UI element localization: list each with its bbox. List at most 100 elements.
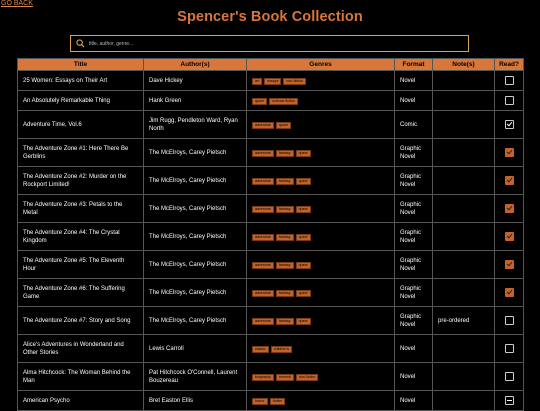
- genre-tag[interactable]: adventure: [252, 233, 274, 241]
- book-read-cell: [494, 138, 524, 167]
- genre-tag[interactable]: non-fiction: [295, 373, 319, 381]
- genre-tag[interactable]: horror: [252, 397, 268, 405]
- book-authors-cell: The McElroys, Carey Pietsch: [143, 194, 247, 223]
- book-notes-cell: [432, 278, 495, 307]
- book-format-cell: Graphic Novel: [394, 166, 433, 195]
- go-back-link[interactable]: GO BACK: [1, 0, 33, 7]
- table-row: American Psycho Bret Easton Ellis horror th…: [17, 390, 524, 411]
- genre-tag[interactable]: thriller: [269, 397, 286, 405]
- genre-tag[interactable]: art: [252, 77, 263, 85]
- read-checkbox[interactable]: [504, 75, 514, 85]
- genre-tag[interactable]: queer: [295, 177, 311, 185]
- book-read-cell: [494, 166, 524, 195]
- genre-tag[interactable]: adventure: [252, 261, 274, 269]
- table-row: Adventure Time, Vol.6 Jim Rugg, Pendleton…: [17, 110, 524, 139]
- book-genres-cell: adventure fantasy queer: [246, 194, 395, 223]
- genre-tag[interactable]: essays: [264, 77, 282, 85]
- book-title-cell: Alice's Adventures in Wonderland and Oth…: [17, 334, 144, 363]
- search-input[interactable]: [89, 37, 459, 50]
- column-header-title[interactable]: Title: [17, 58, 144, 71]
- book-notes-cell: [432, 166, 495, 195]
- read-checkbox[interactable]: [504, 259, 514, 269]
- book-format-cell: Comic: [394, 110, 433, 139]
- read-checkbox[interactable]: [504, 147, 514, 157]
- book-genres-cell: adventure fantasy queer: [246, 138, 395, 167]
- table-row: The Adventure Zone #4: The Crystal Kingd…: [17, 222, 524, 251]
- read-checkbox[interactable]: [504, 95, 514, 105]
- book-title-cell: Adventure Time, Vol.6: [17, 110, 144, 139]
- genre-tag[interactable]: biography: [252, 373, 274, 381]
- genre-tag[interactable]: queer: [295, 289, 311, 297]
- read-checkbox[interactable]: [504, 315, 514, 325]
- genre-tag[interactable]: fantasy: [275, 317, 294, 325]
- book-authors-cell: The McElroys, Carey Pietsch: [143, 278, 247, 307]
- book-read-cell: [494, 222, 524, 251]
- column-header-genres[interactable]: Genres: [246, 58, 395, 71]
- book-title-cell: 25 Women: Essays on Their Art: [17, 70, 144, 91]
- genre-tag[interactable]: fantasy: [275, 289, 294, 297]
- genre-tag[interactable]: fantasy: [275, 205, 294, 213]
- read-checkbox[interactable]: [504, 287, 514, 297]
- genre-tag[interactable]: children's: [270, 345, 292, 353]
- book-title-cell: The Adventure Zone #4: The Crystal Kingd…: [17, 222, 144, 251]
- book-title-cell: The Adventure Zone #5: The Eleventh Hour: [17, 250, 144, 279]
- book-genres-cell: adventure fantasy queer: [246, 250, 395, 279]
- column-header-notes[interactable]: Note(s): [432, 58, 495, 71]
- book-genres-cell: biography memoir non-fiction: [246, 362, 395, 391]
- read-checkbox[interactable]: [504, 175, 514, 185]
- book-notes-cell: [432, 362, 495, 391]
- genre-tag[interactable]: fantasy: [275, 149, 294, 157]
- book-read-cell: [494, 70, 524, 91]
- genre-tag[interactable]: adventure: [252, 121, 274, 129]
- book-notes-cell: [432, 334, 495, 363]
- genre-tag[interactable]: fantasy: [275, 233, 294, 241]
- column-header-authors[interactable]: Author(s): [143, 58, 247, 71]
- read-checkbox[interactable]: [504, 395, 514, 405]
- genre-tag[interactable]: adventure: [252, 317, 274, 325]
- genre-tag[interactable]: adventure: [252, 289, 274, 297]
- read-checkbox[interactable]: [504, 203, 514, 213]
- book-title-cell: The Adventure Zone #6: The Suffering Gam…: [17, 278, 144, 307]
- book-notes-cell: [432, 90, 495, 111]
- book-genres-cell: art essays non-fiction: [246, 70, 395, 91]
- table-row: 25 Women: Essays on Their Art Dave Hickey…: [17, 70, 524, 91]
- column-header-format[interactable]: Format: [394, 58, 433, 71]
- book-read-cell: [494, 362, 524, 391]
- book-genres-cell: horror thriller: [246, 390, 395, 411]
- book-title-cell: The Adventure Zone #3: Petals to the Met…: [17, 194, 144, 223]
- column-header-read[interactable]: Read?: [494, 58, 524, 71]
- genre-tag[interactable]: adventure: [252, 205, 274, 213]
- book-read-cell: [494, 194, 524, 223]
- read-checkbox[interactable]: [504, 231, 514, 241]
- book-title-cell: The Adventure Zone #7: Story and Song: [17, 306, 144, 335]
- genre-tag[interactable]: memoir: [275, 373, 294, 381]
- genre-tag[interactable]: queer: [295, 205, 311, 213]
- book-genres-cell: adventure fantasy queer: [246, 222, 395, 251]
- read-checkbox[interactable]: [504, 371, 514, 381]
- genre-tag[interactable]: queer: [295, 317, 311, 325]
- read-checkbox[interactable]: [504, 119, 514, 129]
- genre-tag[interactable]: adventure: [252, 177, 274, 185]
- genre-tag[interactable]: queer: [295, 233, 311, 241]
- genre-tag[interactable]: non-fiction: [283, 77, 306, 85]
- genre-tag[interactable]: queer: [295, 261, 311, 269]
- genre-tag[interactable]: queer: [295, 149, 311, 157]
- genre-tag[interactable]: queer: [252, 97, 268, 105]
- read-checkbox[interactable]: [504, 343, 514, 353]
- genre-tag[interactable]: classic: [252, 345, 269, 353]
- book-read-cell: [494, 306, 524, 335]
- genre-tag[interactable]: adventure: [252, 149, 274, 157]
- book-authors-cell: Hank Green: [143, 90, 247, 111]
- search-box[interactable]: [70, 35, 469, 52]
- genre-tag[interactable]: fantasy: [275, 261, 294, 269]
- book-notes-cell: [432, 390, 495, 411]
- book-format-cell: Graphic Novel: [394, 250, 433, 279]
- book-genres-cell: adventure fantasy queer: [246, 278, 395, 307]
- book-genres-cell: classic children's: [246, 334, 395, 363]
- book-read-cell: [494, 390, 524, 411]
- genre-tag[interactable]: fantasy: [275, 177, 294, 185]
- book-title-cell: The Adventure Zone #1: Here There Be Ger…: [17, 138, 144, 167]
- genre-tag[interactable]: science fiction: [269, 97, 298, 105]
- genre-tag[interactable]: queer: [275, 121, 292, 129]
- book-notes-cell: [432, 194, 495, 223]
